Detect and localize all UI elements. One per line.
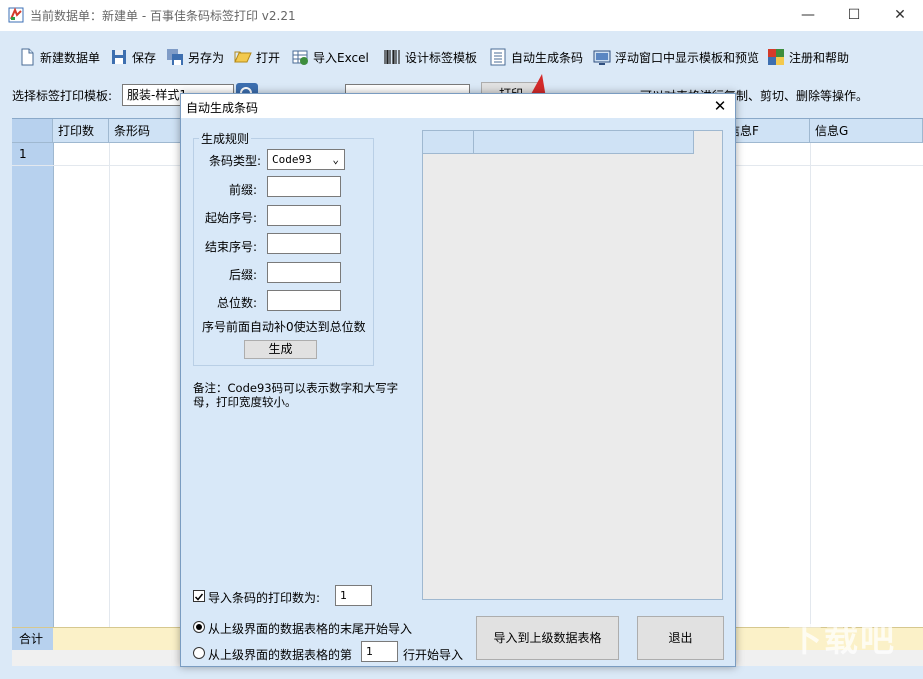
toolbar-label: 注册和帮助 [789, 50, 850, 65]
start-number-label: 起始序号: [204, 211, 257, 225]
end-number-label: 结束序号: [204, 240, 257, 254]
corner-cell [12, 119, 53, 143]
toolbar-label: 浮动窗口中显示模板和预览 [615, 50, 760, 65]
dialog-title: 自动生成条码 [186, 101, 259, 115]
suffix-label: 后缀: [228, 268, 257, 282]
barcode-type-label: 条码类型: [208, 154, 261, 168]
import-to-parent-button[interactable]: 导入到上级数据表格 [476, 616, 619, 660]
auto-generate-barcode-button[interactable]: 自动生成条码 [489, 46, 583, 68]
column-header[interactable]: 信息G [810, 119, 923, 143]
generate-button[interactable]: 生成 [244, 340, 317, 359]
toolbar: 新建数据单 保存 另存为 打开 导入Excel 设计标签模板 自动生成条码 浮动… [0, 40, 923, 74]
prefix-input[interactable] [267, 176, 341, 197]
preview-corner-cell [423, 131, 474, 154]
open-button[interactable]: 打开 [234, 46, 280, 68]
row-header-column [12, 119, 54, 651]
suffix-input[interactable] [267, 262, 341, 283]
radio-start-row[interactable] [193, 647, 205, 659]
exit-button[interactable]: 退出 [637, 616, 724, 660]
save-as-button[interactable]: 另存为 [166, 46, 224, 68]
column-header[interactable]: 打印数 [53, 119, 109, 143]
total-digits-input[interactable] [267, 290, 341, 311]
start-row-input[interactable]: 1 [361, 641, 398, 662]
register-help-button[interactable]: 注册和帮助 [767, 46, 849, 68]
save-button[interactable]: 保存 [110, 46, 156, 68]
start-number-input[interactable] [267, 205, 341, 226]
checkmark-icon [194, 593, 204, 601]
group-title: 生成规则 [199, 130, 252, 147]
app-logo-icon [8, 7, 24, 23]
radio-append-end[interactable] [193, 621, 205, 633]
open-folder-icon [234, 51, 252, 63]
total-label: 合计 [12, 628, 53, 650]
import-excel-button[interactable]: 导入Excel [291, 46, 369, 68]
print-count-input[interactable]: 1 [335, 585, 372, 606]
toolbar-label: 保存 [132, 50, 157, 65]
barcode-icon [384, 50, 400, 64]
print-count-checkbox[interactable] [193, 590, 205, 602]
column-header[interactable]: 信息F [723, 119, 810, 143]
close-button[interactable]: ✕ [877, 0, 923, 31]
radio-start-row-suffix: 行开始导入 [403, 648, 464, 662]
design-template-button[interactable]: 设计标签模板 [383, 46, 477, 68]
row-number: 1 [12, 143, 53, 165]
auto-generate-dialog: 自动生成条码 ✕ 生成规则 条码类型: Code93 ⌄ 前缀: 起始序号: 结… [180, 93, 736, 667]
list-icon [490, 48, 506, 66]
minimize-button[interactable]: — [785, 0, 831, 31]
dialog-close-button[interactable]: ✕ [709, 96, 731, 116]
toolbar-label: 打开 [256, 50, 281, 65]
preview-window-icon [593, 50, 611, 65]
watermark-text: 下载吧 [788, 620, 896, 660]
total-digits-label: 总位数: [216, 296, 257, 310]
preview-column-header[interactable] [474, 131, 694, 154]
toolbar-label: 新建数据单 [40, 50, 101, 65]
window-title: 当前数据单：新建单 - 百事佳条码标签打印 v2.21 [30, 9, 296, 23]
print-count-label: 导入条码的打印数为: [208, 591, 321, 605]
preview-grid[interactable] [422, 130, 723, 600]
prefix-label: 前缀: [228, 183, 257, 197]
new-document-icon [21, 48, 34, 66]
template-label: 选择标签打印模板: [12, 89, 113, 103]
end-number-input[interactable] [267, 233, 341, 254]
help-icon [768, 49, 784, 65]
save-as-icon [167, 49, 183, 65]
toolbar-label: 设计标签模板 [405, 50, 478, 65]
toolbar-label: 导入Excel [313, 50, 369, 65]
chevron-down-icon: ⌄ [332, 153, 339, 166]
barcode-type-select[interactable]: Code93 ⌄ [267, 149, 345, 170]
new-datasheet-button[interactable]: 新建数据单 [18, 46, 100, 68]
maximize-button[interactable]: ☐ [831, 0, 877, 31]
dialog-title-bar: 自动生成条码 ✕ [181, 94, 735, 118]
toolbar-label: 自动生成条码 [511, 50, 584, 65]
title-bar: 当前数据单：新建单 - 百事佳条码标签打印 v2.21 — ☐ ✕ [0, 0, 923, 31]
radio-start-row-prefix: 从上级界面的数据表格的第 [208, 648, 353, 662]
barcode-type-value: Code93 [272, 153, 312, 166]
import-excel-icon [292, 50, 308, 65]
toolbar-label: 另存为 [188, 50, 225, 65]
note-line-2: 母，打印宽度较小。 [193, 395, 297, 409]
floating-preview-button[interactable]: 浮动窗口中显示模板和预览 [593, 46, 759, 68]
radio-append-end-label: 从上级界面的数据表格的末尾开始导入 [208, 622, 413, 636]
pad-hint-text: 序号前面自动补0使达到总位数 [202, 320, 366, 334]
save-floppy-icon [112, 50, 126, 64]
